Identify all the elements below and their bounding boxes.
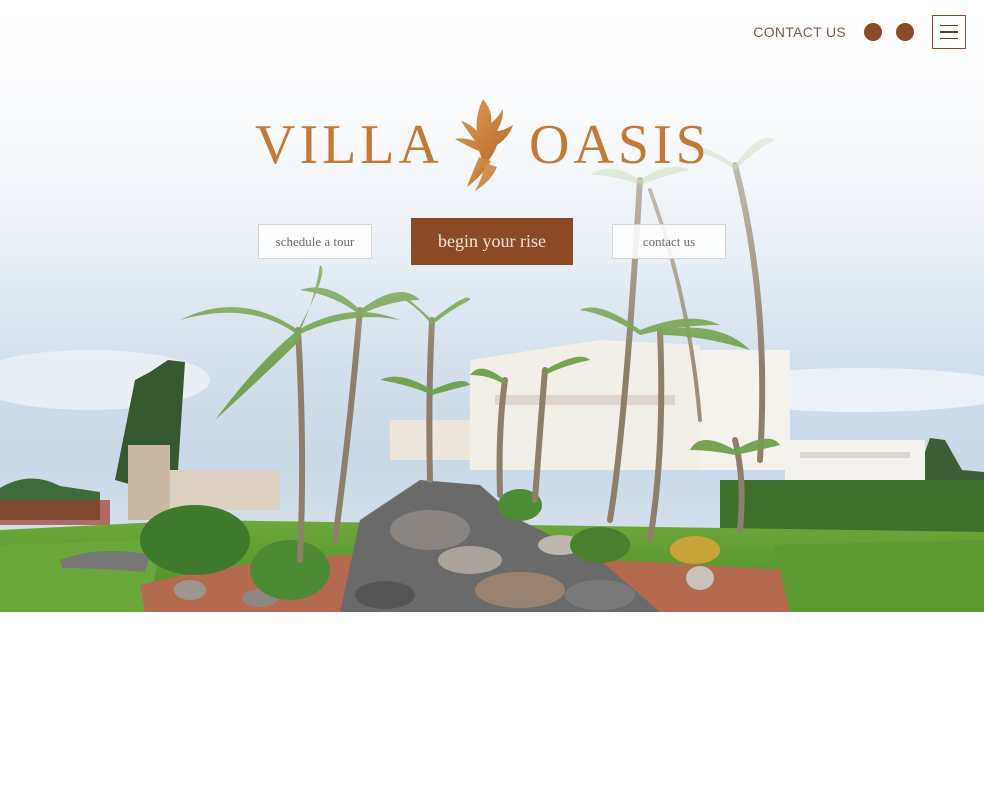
social-icon[interactable] [864, 23, 882, 41]
social-icon[interactable] [896, 23, 914, 41]
hamburger-menu-icon [940, 24, 958, 27]
logo-text-left: VILLA [255, 114, 443, 176]
logo-text-right: OASIS [528, 114, 711, 176]
begin-your-rise-button[interactable]: begin your rise [411, 218, 573, 265]
hero-section: CONTACT US VILLA OASIS schedule a tour b… [0, 0, 984, 612]
contact-us-link[interactable]: CONTACT US [753, 24, 846, 40]
page: CONTACT US VILLA OASIS schedule a tour b… [0, 0, 984, 800]
schedule-tour-button[interactable]: schedule a tour [258, 224, 372, 259]
brand-logo[interactable]: VILLA OASIS [255, 95, 730, 195]
hero-background-image [0, 0, 984, 612]
contact-us-button[interactable]: contact us [612, 224, 726, 259]
phoenix-wing-icon [454, 99, 513, 191]
hamburger-menu-button[interactable] [932, 15, 966, 49]
top-navigation: CONTACT US [753, 14, 966, 50]
